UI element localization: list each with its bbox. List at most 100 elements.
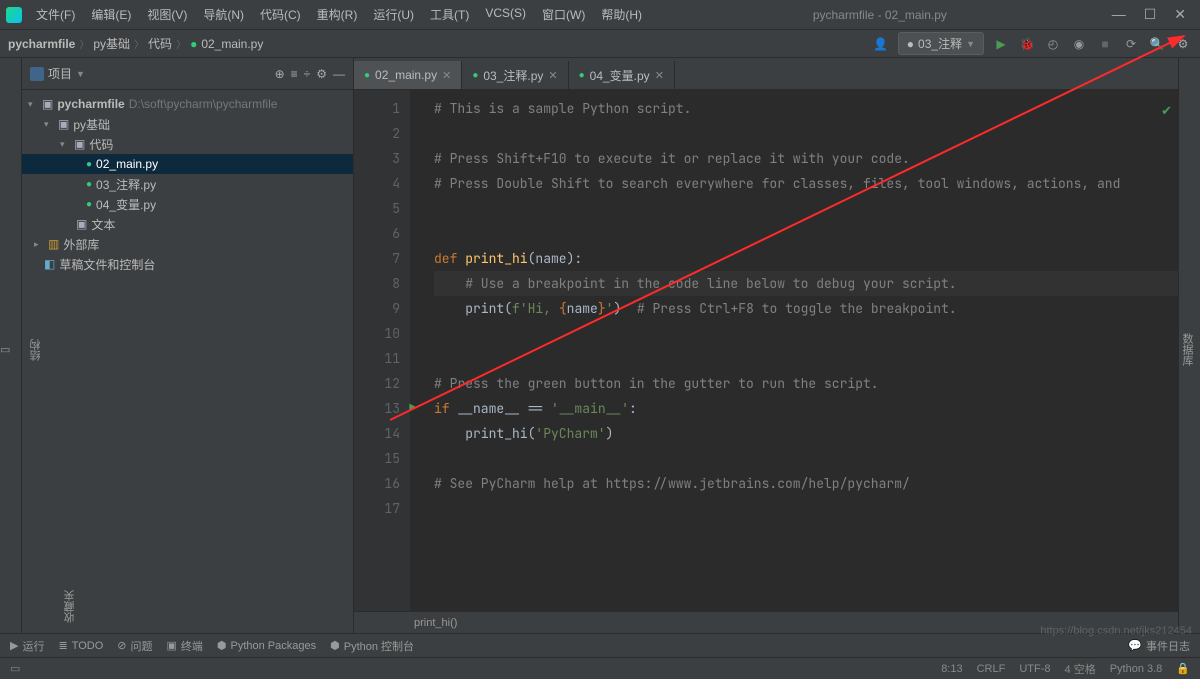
code-line[interactable]: # Press the green button in the gutter t… [434, 371, 1178, 396]
tree-file[interactable]: ● 04_变量.py [22, 194, 353, 214]
menu-item[interactable]: 导航(N) [197, 3, 250, 26]
tree-file[interactable]: ● 02_main.py [22, 154, 353, 174]
menu-item[interactable]: 文件(F) [30, 3, 81, 26]
run-tool-tab[interactable]: ▶ 运行 [10, 638, 44, 654]
collapse-icon[interactable]: ÷ [304, 67, 311, 81]
tree-folder[interactable]: ▾▣ 代码 [22, 134, 353, 154]
terminal-tool-tab[interactable]: ▣ 终端 [166, 638, 202, 654]
tree-scratches[interactable]: ◧ 草稿文件和控制台 [22, 254, 353, 274]
line-number[interactable]: 4 [354, 171, 400, 196]
breadcrumb-root[interactable]: pycharmfile [8, 37, 75, 51]
code-line[interactable]: # Press Shift+F10 to execute it or repla… [434, 146, 1178, 171]
tool-window-toggle-icon[interactable]: ▭ [10, 662, 20, 675]
code-line[interactable] [434, 321, 1178, 346]
close-tab-icon[interactable]: ✕ [655, 69, 664, 82]
menu-item[interactable]: 重构(R) [311, 3, 364, 26]
menu-item[interactable]: 工具(T) [424, 3, 475, 26]
minimize-button[interactable]: — [1112, 6, 1126, 23]
chevron-down-icon[interactable]: ▼ [76, 69, 85, 79]
code-line[interactable]: print(f'Hi, {name}') # Press Ctrl+F8 to … [434, 296, 1178, 321]
code-editor[interactable]: 1234567891011121314151617 ✔ # This is a … [354, 90, 1178, 611]
code-line[interactable] [434, 346, 1178, 371]
project-tool-tab[interactable]: ▭ [0, 343, 10, 356]
line-number[interactable]: 3 [354, 146, 400, 171]
cursor-position[interactable]: 8:13 [941, 663, 962, 675]
line-number[interactable]: 11 [354, 346, 400, 371]
locate-icon[interactable]: ⊕ [275, 67, 285, 81]
line-number[interactable]: 16 [354, 471, 400, 496]
breadcrumb-item[interactable]: 代码 [148, 35, 172, 52]
line-number[interactable]: 5 [354, 196, 400, 221]
tree-external-libs[interactable]: ▸▥ 外部库 [22, 234, 353, 254]
vcs-update-icon[interactable]: ⟳ [1122, 35, 1140, 53]
code-line[interactable]: # See PyCharm help at https://www.jetbra… [434, 471, 1178, 496]
lock-icon[interactable]: 🔒 [1176, 662, 1190, 675]
add-user-icon[interactable]: 👤 [872, 35, 890, 53]
breadcrumb-item[interactable]: py基础 [93, 35, 130, 52]
database-tool-tab[interactable]: 数据库 [1179, 333, 1195, 366]
close-button[interactable]: ✕ [1174, 6, 1186, 23]
menu-item[interactable]: 视图(V) [141, 3, 193, 26]
expand-all-icon[interactable]: ≡ [291, 67, 298, 81]
python-console-tab[interactable]: ⬢ Python 控制台 [330, 638, 414, 654]
code-line[interactable] [434, 496, 1178, 521]
search-button[interactable]: 🔍 [1148, 35, 1166, 53]
line-number[interactable]: 10 [354, 321, 400, 346]
line-number[interactable]: 7 [354, 246, 400, 271]
problems-tool-tab[interactable]: ⊘ 问题 [117, 638, 152, 654]
todo-tool-tab[interactable]: ≣ TODO [58, 639, 103, 652]
code-line[interactable]: print_hi('PyCharm') [434, 421, 1178, 446]
code-content[interactable]: ✔ # This is a sample Python script. # Pr… [410, 90, 1178, 611]
structure-tool-tab[interactable]: 结构 [28, 339, 44, 361]
code-line[interactable] [434, 196, 1178, 221]
menu-item[interactable]: 帮助(H) [595, 3, 648, 26]
line-number[interactable]: 9 [354, 296, 400, 321]
line-number[interactable]: 6 [354, 221, 400, 246]
run-config-selector[interactable]: ● 03_注释 ▼ [898, 32, 984, 55]
code-line[interactable] [434, 446, 1178, 471]
file-encoding[interactable]: UTF-8 [1019, 663, 1050, 675]
line-number[interactable]: 14 [354, 421, 400, 446]
favorites-tool-tab[interactable]: 收藏夹 [62, 590, 78, 623]
code-line[interactable]: # This is a sample Python script. [434, 96, 1178, 121]
maximize-button[interactable]: ☐ [1144, 6, 1157, 23]
tree-folder[interactable]: ▾▣ py基础 [22, 114, 353, 134]
run-button[interactable]: ▶ [992, 35, 1010, 53]
menu-item[interactable]: 代码(C) [254, 3, 307, 26]
code-line[interactable]: # Use a breakpoint in the code line belo… [434, 271, 1178, 296]
coverage-button[interactable]: ◴ [1044, 35, 1062, 53]
menu-item[interactable]: 运行(U) [367, 3, 420, 26]
stop-button[interactable]: ■ [1096, 35, 1114, 53]
hide-icon[interactable]: — [333, 67, 345, 81]
menu-item[interactable]: 窗口(W) [536, 3, 591, 26]
line-number[interactable]: 8 [354, 271, 400, 296]
python-interpreter[interactable]: Python 3.8 [1110, 663, 1163, 675]
line-separator[interactable]: CRLF [977, 663, 1006, 675]
close-tab-icon[interactable]: ✕ [548, 69, 557, 82]
tree-folder[interactable]: ▣ 文本 [22, 214, 353, 234]
line-number[interactable]: 17 [354, 496, 400, 521]
settings-icon[interactable]: ⚙ [316, 67, 327, 81]
code-line[interactable] [434, 221, 1178, 246]
editor-tab[interactable]: ●03_注释.py✕ [462, 61, 568, 89]
line-number[interactable]: 12 [354, 371, 400, 396]
close-tab-icon[interactable]: ✕ [442, 69, 451, 82]
code-line[interactable]: def print_hi(name): [434, 246, 1178, 271]
menu-item[interactable]: 编辑(E) [85, 3, 137, 26]
editor-tab[interactable]: ●02_main.py✕ [354, 61, 462, 89]
tree-file[interactable]: ● 03_注释.py [22, 174, 353, 194]
code-line[interactable] [434, 121, 1178, 146]
code-line[interactable]: # Press Double Shift to search everywher… [434, 171, 1178, 196]
line-number[interactable]: 15 [354, 446, 400, 471]
line-number[interactable]: 13 [354, 396, 400, 421]
editor-tab[interactable]: ●04_变量.py✕ [569, 61, 675, 89]
debug-button[interactable]: 🐞 [1018, 35, 1036, 53]
tree-root[interactable]: ▾▣ pycharmfile D:\soft\pycharm\pycharmfi… [22, 94, 353, 114]
inspection-ok-icon[interactable]: ✔ [1161, 98, 1172, 123]
line-number[interactable]: 1 [354, 96, 400, 121]
profile-button[interactable]: ◉ [1070, 35, 1088, 53]
menu-item[interactable]: VCS(S) [479, 3, 532, 26]
line-number[interactable]: 2 [354, 121, 400, 146]
event-log-tab[interactable]: 💬 事件日志 [1128, 638, 1190, 654]
python-packages-tab[interactable]: ⬢ Python Packages [217, 639, 316, 652]
